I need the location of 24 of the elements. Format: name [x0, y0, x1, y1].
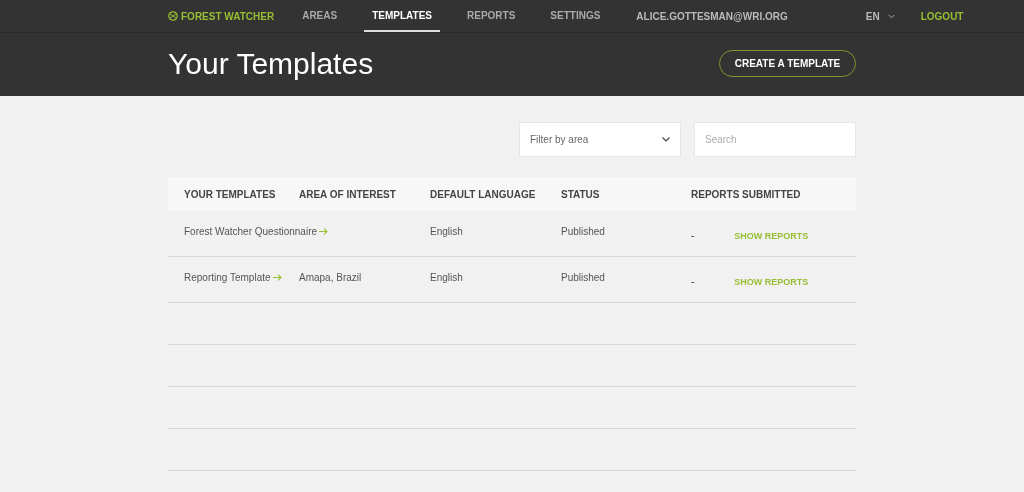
template-link[interactable]: Reporting Template: [184, 272, 271, 283]
user-email[interactable]: ALICE.GOTTESMAN@WRI.ORG: [636, 10, 788, 22]
table-cell-text: Published: [561, 272, 606, 283]
column-header: AREA OF INTEREST: [299, 188, 397, 200]
table-cell-text: English: [430, 226, 464, 237]
table-cell: -: [691, 276, 695, 287]
template-link[interactable]: Forest Watcher Questionnaire: [184, 226, 318, 237]
page-title: Your Templates: [168, 46, 374, 81]
nav-tab[interactable]: AREAS: [294, 0, 346, 32]
table-cell-text: Published: [561, 226, 606, 237]
table-cell: -: [691, 230, 695, 241]
nav-tab[interactable]: SETTINGS: [542, 0, 609, 32]
table-cell-text: English: [430, 272, 464, 283]
column-header: YOUR TEMPLATES: [183, 188, 277, 200]
column-header: STATUS: [561, 188, 601, 200]
logout-link[interactable]: LOGOUT: [920, 10, 964, 22]
search-field[interactable]: Search: [694, 122, 856, 157]
column-header: REPORTS SUBMITTED: [691, 188, 802, 200]
table-cell: Amapa, Brazil: [299, 272, 362, 283]
area-filter-dropdown[interactable]: Filter by area: [519, 122, 681, 157]
language-dropdown[interactable]: EN: [865, 10, 895, 22]
column-header: DEFAULT LANGUAGE: [430, 188, 537, 200]
nav-tab[interactable]: REPORTS: [459, 0, 524, 32]
brand-name[interactable]: FOREST WATCHER: [181, 10, 275, 22]
